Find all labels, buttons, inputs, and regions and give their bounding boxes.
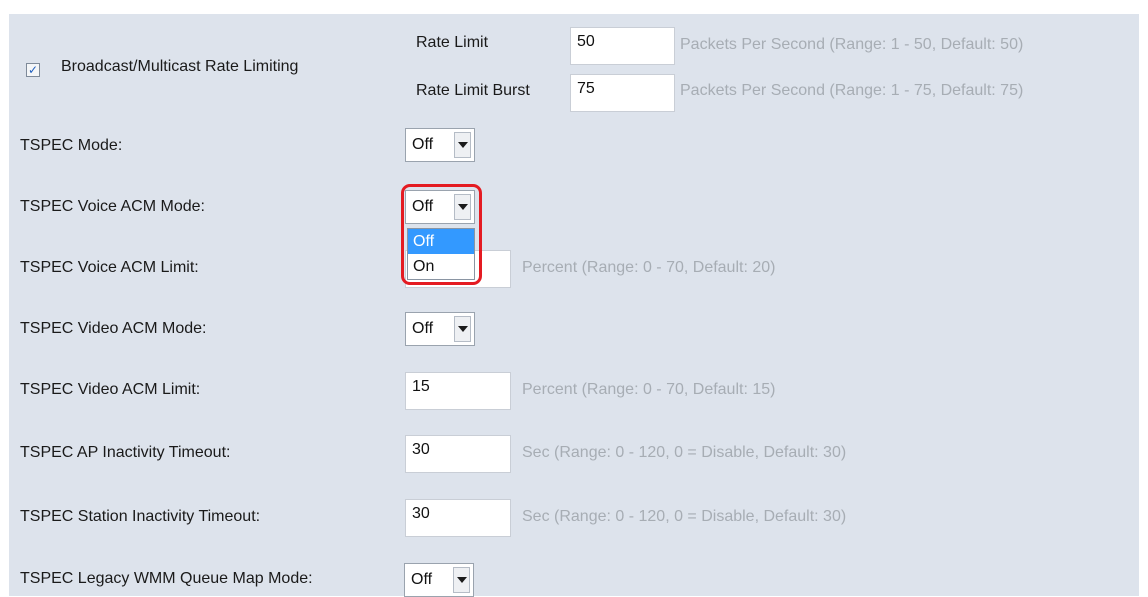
rate-limit-burst-hint: Packets Per Second (Range: 1 - 75, Defau… [680,82,1024,99]
rate-limit-burst-label: Rate Limit Burst [416,82,530,99]
chevron-down-icon[interactable] [454,132,471,158]
rate-limit-burst-input[interactable]: 75 [570,74,675,112]
voice-acm-mode-options: Off On [407,228,475,280]
station-inactivity-timeout-label: TSPEC Station Inactivity Timeout: [20,508,261,525]
video-acm-limit-hint: Percent (Range: 0 - 70, Default: 15) [522,381,776,398]
rate-limit-label: Rate Limit [416,34,489,51]
option-on[interactable]: On [408,254,474,279]
video-acm-mode-label: TSPEC Video ACM Mode: [20,320,207,337]
ap-inactivity-timeout-label: TSPEC AP Inactivity Timeout: [20,444,231,461]
chevron-down-icon[interactable] [454,194,471,220]
video-acm-limit-label: TSPEC Video ACM Limit: [20,381,201,398]
video-acm-limit-input[interactable]: 15 [405,372,511,410]
legacy-wmm-queue-map-select[interactable]: Off [404,563,474,597]
rate-limit-input[interactable]: 50 [570,27,675,65]
tspec-mode-label: TSPEC Mode: [20,137,123,154]
option-off[interactable]: Off [408,229,474,254]
legacy-wmm-queue-map-value: Off [411,571,433,588]
voice-acm-mode-select[interactable]: Off [405,190,475,224]
broadcast-rate-limiting-label: Broadcast/Multicast Rate Limiting [61,58,299,75]
voice-acm-mode-label: TSPEC Voice ACM Mode: [20,198,205,215]
chevron-down-icon[interactable] [454,316,471,342]
rate-limit-hint: Packets Per Second (Range: 1 - 50, Defau… [680,36,1024,53]
video-acm-mode-select[interactable]: Off [405,312,475,346]
ap-inactivity-timeout-input[interactable]: 30 [405,435,511,473]
video-acm-mode-value: Off [412,320,434,337]
voice-acm-limit-hint: Percent (Range: 0 - 70, Default: 20) [522,259,776,276]
voice-acm-mode-value: Off [412,198,434,215]
station-inactivity-timeout-hint: Sec (Range: 0 - 120, 0 = Disable, Defaul… [522,508,847,525]
broadcast-rate-limiting-checkbox[interactable]: ✓ [26,63,40,77]
legacy-wmm-queue-map-label: TSPEC Legacy WMM Queue Map Mode: [20,570,313,587]
chevron-down-icon[interactable] [453,567,470,593]
ap-inactivity-timeout-hint: Sec (Range: 0 - 120, 0 = Disable, Defaul… [522,444,847,461]
tspec-mode-select[interactable]: Off [405,128,475,162]
voice-acm-limit-label: TSPEC Voice ACM Limit: [20,259,199,276]
station-inactivity-timeout-input[interactable]: 30 [405,499,511,537]
tspec-mode-value: Off [412,136,434,153]
